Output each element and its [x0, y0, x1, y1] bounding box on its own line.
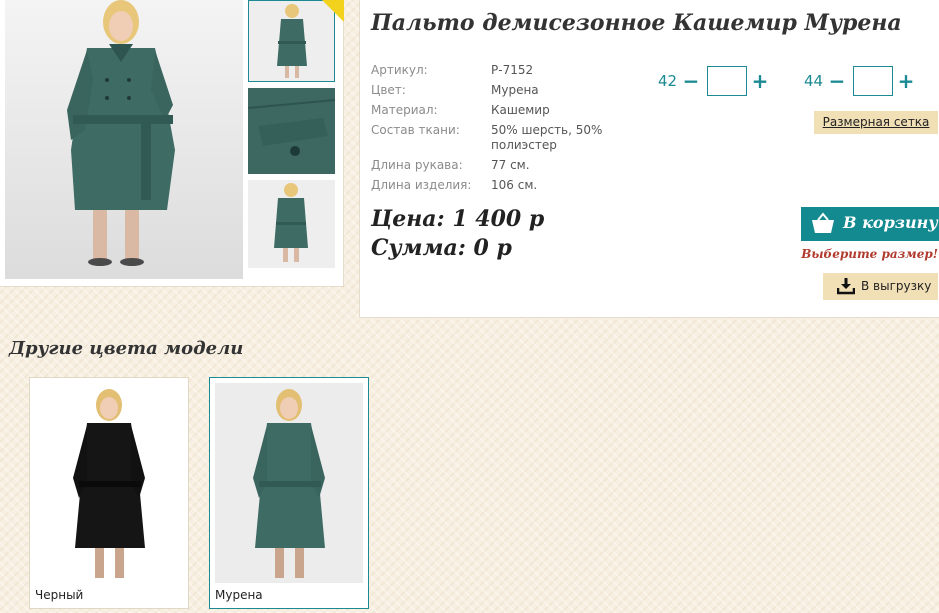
color-option-photo: [215, 383, 363, 583]
color-option-label: Мурена: [215, 588, 263, 602]
main-product-photo[interactable]: [5, 0, 243, 279]
decrease-quantity-button[interactable]: −: [828, 66, 846, 96]
color-option-photo: [35, 383, 183, 583]
spec-value: 106 см.: [491, 178, 538, 192]
size-chart-button[interactable]: Размерная сетка: [814, 111, 938, 134]
product-info-panel: Пальто демисезонное Кашемир Мурена Артик…: [359, 0, 939, 318]
increase-quantity-button[interactable]: +: [751, 66, 769, 96]
decrease-quantity-button[interactable]: −: [682, 66, 700, 96]
quantity-input[interactable]: [853, 66, 893, 96]
price: Цена: 1 400 р: [371, 206, 545, 232]
spec-label: Длина изделия:: [371, 178, 472, 192]
spec-label: Материал:: [371, 103, 438, 117]
download-icon: [836, 277, 856, 298]
spec-label: Артикул:: [371, 63, 428, 77]
spec-value: Мурена: [491, 83, 539, 97]
color-option-murena[interactable]: Мурена: [209, 377, 369, 609]
export-label: В выгрузку: [861, 279, 932, 293]
spec-value: Р-7152: [491, 63, 534, 77]
spec-label: Цвет:: [371, 83, 406, 97]
add-to-cart-label: В корзину: [843, 213, 938, 232]
spec-value: 50% шерсть, 50% полиэстер: [491, 123, 603, 152]
spec-value: 77 см.: [491, 158, 530, 172]
increase-quantity-button[interactable]: +: [897, 66, 915, 96]
spec-label: Состав ткани:: [371, 123, 460, 137]
size-label: 44: [804, 72, 824, 90]
product-title: Пальто демисезонное Кашемир Мурена: [371, 10, 902, 36]
total-sum: Сумма: 0 р: [371, 235, 512, 261]
size-warning: Выберите размер!: [801, 247, 938, 261]
product-gallery: [0, 0, 344, 287]
export-button[interactable]: В выгрузку: [823, 273, 938, 300]
color-option-label: Черный: [35, 588, 84, 602]
spec-value: Кашемир: [491, 103, 550, 117]
quantity-input[interactable]: [707, 66, 747, 96]
spec-label: Длина рукава:: [371, 158, 463, 172]
size-label: 42: [658, 72, 678, 90]
color-option-black[interactable]: Черный: [29, 377, 189, 609]
basket-icon: [811, 212, 835, 238]
thumbnail-pocket-detail[interactable]: [248, 88, 335, 174]
new-badge-corner: [322, 0, 344, 22]
add-to-cart-button[interactable]: В корзину: [801, 207, 939, 241]
thumbnail-back[interactable]: [248, 180, 335, 268]
other-colors-heading: Другие цвета модели: [9, 338, 244, 359]
